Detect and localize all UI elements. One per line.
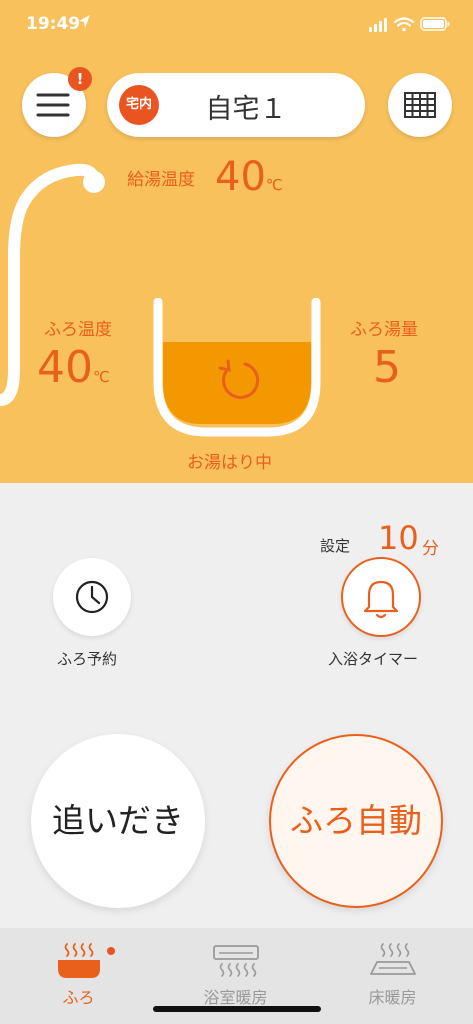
notification-badge: ! <box>68 67 92 91</box>
bath-temp-label: ふろ温度 <box>44 320 112 340</box>
cellular-signal-icon <box>369 18 387 32</box>
bath-volume-label: ふろ湯量 <box>350 320 418 340</box>
bathroom-heater-icon <box>212 945 259 977</box>
bath-volume-value: 5 <box>373 342 401 393</box>
timer-setting-unit: 分 <box>422 539 439 559</box>
timer-setting-value: 10 <box>378 519 419 557</box>
bath-temp-value: 40℃ <box>37 342 110 393</box>
floor-heater-icon <box>369 943 416 975</box>
hot-water-temp-value: 40℃ <box>215 154 283 200</box>
bath-status-area: 19:49 ! 宅内 自宅１ 給湯温度 40℃ ふろ温度 40℃ ふろ湯量 5 … <box>0 0 473 483</box>
bell-icon <box>363 580 399 619</box>
wifi-icon <box>393 17 415 32</box>
home-selector[interactable]: 宅内 自宅１ <box>107 73 365 137</box>
bath-status-text: お湯はり中 <box>187 453 272 473</box>
timer-setting-label: 設定 <box>320 537 351 555</box>
menu-button[interactable]: ! <box>22 67 92 137</box>
status-time: 19:49 <box>26 14 81 34</box>
tab-floor-heater-label: 床暖房 <box>368 988 417 1007</box>
tab-bath-notification-dot <box>107 947 115 955</box>
status-bar: 19:49 <box>0 0 473 56</box>
hot-water-temp-label: 給湯温度 <box>127 170 195 190</box>
reheat-button[interactable]: 追いだき <box>31 734 205 908</box>
bath-timer-button[interactable] <box>341 557 421 637</box>
bath-auto-button[interactable]: ふろ自動 <box>269 734 443 908</box>
battery-icon <box>420 17 450 31</box>
bath-reserve-button[interactable] <box>53 558 131 636</box>
bathtub-icon <box>153 298 321 437</box>
bath-timer-label: 入浴タイマー <box>328 650 419 668</box>
location-arrow-icon <box>79 15 90 28</box>
grid-button[interactable] <box>388 73 452 137</box>
home-indicator <box>153 1006 321 1012</box>
bath-reserve-label: ふろ予約 <box>57 650 118 668</box>
bath-icon <box>57 943 100 978</box>
tab-bath[interactable]: ふろ <box>0 928 157 1024</box>
grid-icon <box>404 92 436 118</box>
clock-icon <box>75 580 109 614</box>
tab-floor-heater[interactable]: 床暖房 <box>314 928 471 1024</box>
home-location-tag: 宅内 <box>119 85 159 125</box>
status-icons <box>369 17 450 32</box>
tab-bathroom-heater-label: 浴室暖房 <box>203 988 268 1007</box>
tab-bath-label: ふろ <box>62 988 95 1007</box>
home-name: 自宅１ <box>205 94 287 125</box>
